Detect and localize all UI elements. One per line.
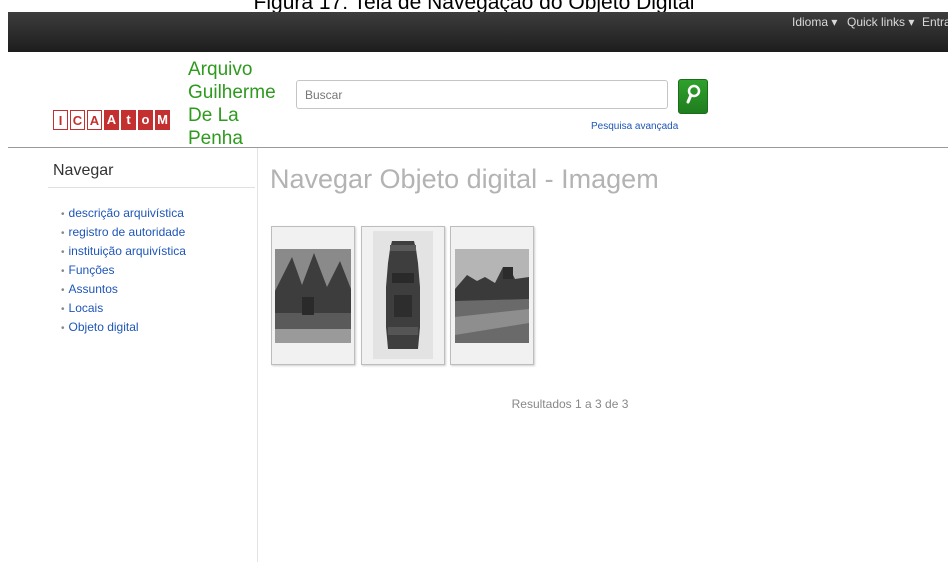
logo-letter: C	[70, 110, 85, 130]
search-button[interactable]	[678, 79, 708, 114]
site-name-line: Guilherme	[188, 82, 276, 103]
site-name-line: De La	[188, 105, 239, 126]
logo-letter: A	[87, 110, 102, 130]
sidebar-title-rule	[48, 187, 255, 188]
login-menu[interactable]: Entra	[922, 15, 948, 29]
caption-text: Figura 17: Tela de Navegação do Objeto D…	[253, 0, 695, 12]
site-name-line: Penha	[188, 128, 243, 149]
browse-item-functions[interactable]: Funções	[61, 261, 186, 280]
digital-object-thumbnail[interactable]	[361, 226, 445, 365]
thumbnail-image	[455, 249, 529, 343]
site-name-line: Arquivo	[188, 59, 253, 80]
logo-letter: I	[53, 110, 68, 130]
search-icon	[686, 84, 701, 104]
icaatom-logo[interactable]: I C A A t o M	[53, 110, 170, 130]
language-menu[interactable]: Idioma ▾	[792, 15, 837, 29]
browse-item-archival-institution[interactable]: instituição arquivística	[61, 242, 186, 261]
logo-letter: t	[121, 110, 136, 130]
logo-letter: A	[104, 110, 119, 130]
browse-item-places[interactable]: Locais	[61, 299, 186, 318]
sidebar-title: Navegar	[53, 162, 114, 179]
browse-item-digital-object[interactable]: Objeto digital	[61, 318, 186, 337]
search-input[interactable]: Buscar	[296, 80, 668, 109]
browse-list: descrição arquivística registro de autor…	[61, 204, 186, 337]
site-name[interactable]: Arquivo Guilherme De La Penha	[188, 58, 276, 150]
advanced-search-link[interactable]: Pesquisa avançada	[591, 121, 678, 132]
browse-item-authority-record[interactable]: registro de autoridade	[61, 223, 186, 242]
figure-caption: Figura 17: Tela de Navegação do Objeto D…	[0, 0, 948, 12]
sidebar-divider	[257, 148, 258, 562]
digital-object-thumbnail[interactable]	[450, 226, 534, 365]
browse-item-archival-description[interactable]: descrição arquivística	[61, 204, 186, 223]
thumbnail-image	[373, 231, 433, 359]
digital-object-thumbnail[interactable]	[271, 226, 355, 365]
quick-links-menu[interactable]: Quick links ▾	[847, 15, 914, 29]
results-count: Resultados 1 a 3 de 3	[511, 397, 629, 411]
page-title: Navegar Objeto digital - Imagem	[270, 164, 659, 194]
logo-letter: M	[155, 110, 170, 130]
thumbnail-image	[275, 249, 351, 343]
browse-item-subjects[interactable]: Assuntos	[61, 280, 186, 299]
logo-letter: o	[138, 110, 153, 130]
